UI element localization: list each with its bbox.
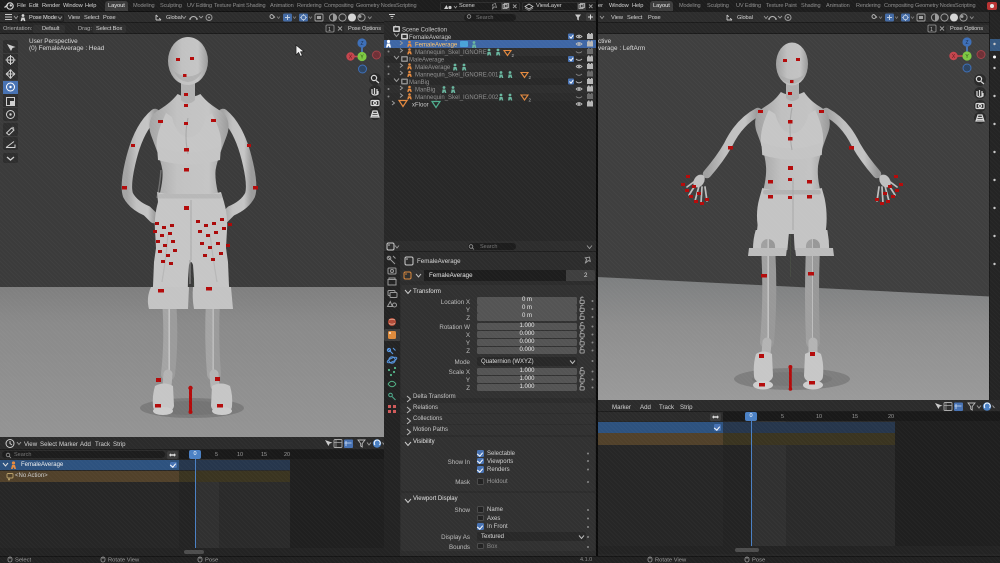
svg-text:FemaleAverage: FemaleAverage: [409, 35, 452, 41]
svg-text:Mannequin_Skel_IGNORE.001: Mannequin_Skel_IGNORE.001: [415, 73, 499, 79]
svg-text:Mannequin_Skel_IGNORE.002: Mannequin_Skel_IGNORE.002: [415, 95, 499, 101]
svg-text:2: 2: [529, 75, 532, 80]
svg-text:2: 2: [529, 98, 532, 103]
svg-text:1: 1: [328, 27, 331, 33]
svg-text:Scene Collection: Scene Collection: [402, 28, 447, 34]
svg-text:Pose: Pose: [205, 558, 218, 563]
svg-text:MaleAverage: MaleAverage: [415, 65, 451, 71]
svg-text:ManBig: ManBig: [415, 88, 435, 94]
svg-text:1: 1: [930, 27, 933, 33]
svg-text:Select: Select: [15, 558, 32, 563]
svg-text:Rotate View: Rotate View: [108, 558, 140, 563]
svg-text:ManBig: ManBig: [409, 80, 429, 86]
svg-text:Z: Z: [360, 41, 363, 47]
svg-text:FemaleAverage: FemaleAverage: [415, 43, 458, 49]
svg-text:xFloor: xFloor: [412, 103, 429, 109]
svg-text:MaleAverage: MaleAverage: [409, 58, 445, 64]
svg-text:2: 2: [512, 53, 515, 58]
svg-text:Mannequin_Skel_IGNORE: Mannequin_Skel_IGNORE: [415, 50, 487, 56]
svg-text:Pose: Pose: [752, 558, 765, 563]
svg-text:Z: Z: [965, 40, 968, 46]
svg-text:Rotate View: Rotate View: [655, 558, 687, 563]
